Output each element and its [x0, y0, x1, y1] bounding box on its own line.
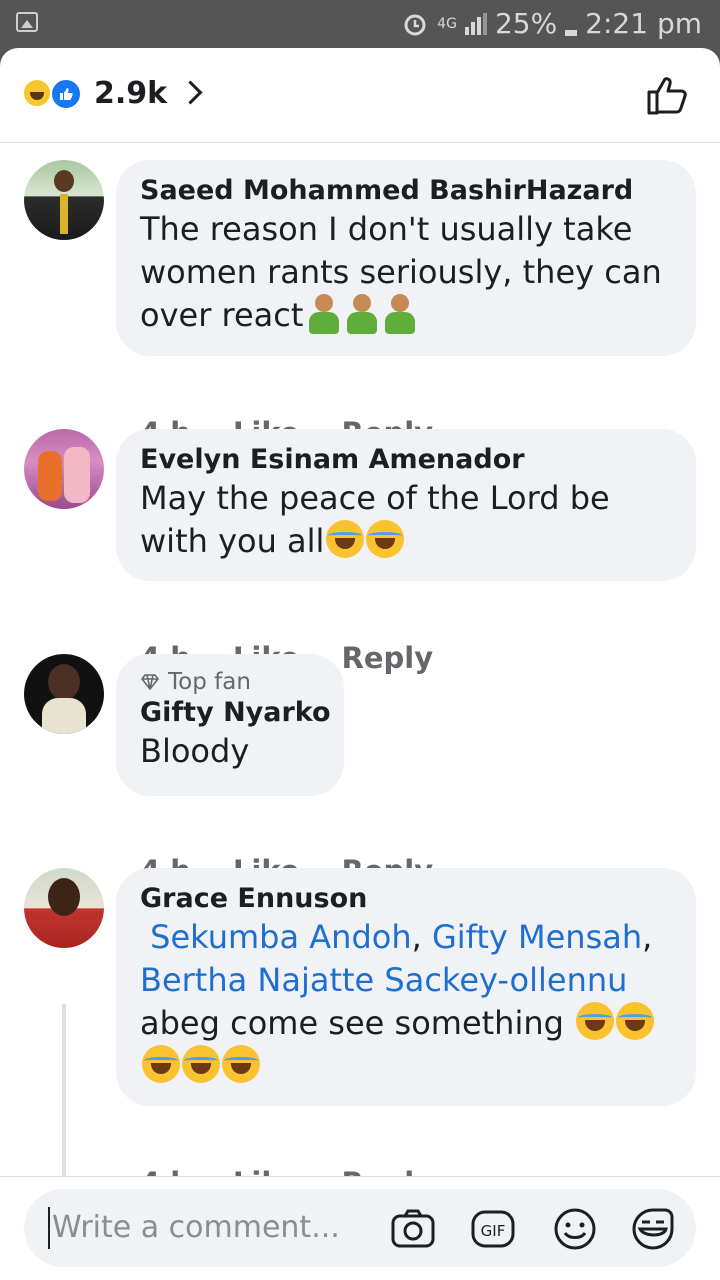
thumbs-up-icon[interactable] — [646, 74, 690, 116]
diamond-icon — [140, 674, 160, 690]
tears-of-joy-emoji — [182, 1045, 220, 1083]
comment-text: Bloody — [140, 732, 250, 770]
mention-link[interactable]: Sekumba Andoh — [150, 918, 411, 956]
smiley-icon[interactable] — [552, 1207, 598, 1251]
top-fan-badge: Top fan — [140, 668, 320, 696]
comment-author[interactable]: Saeed Mohammed BashirHazard — [140, 174, 672, 208]
tears-of-joy-emoji — [222, 1045, 260, 1083]
status-bar: 4G 25% 2:21 pm — [0, 0, 720, 48]
tears-of-joy-emoji — [366, 520, 405, 558]
mention-link[interactable]: Bertha Najatte Sackey-ollennu — [140, 961, 627, 999]
comment-text: May the peace of the Lord be with you al… — [140, 479, 610, 560]
facepalm-emoji — [345, 294, 379, 334]
network-type: 4G — [437, 16, 457, 32]
svg-text:GIF: GIF — [481, 1222, 506, 1240]
comment-author[interactable]: Gifty Nyarko — [140, 696, 331, 730]
battery-percent: 25% — [494, 7, 558, 40]
avatar[interactable] — [24, 868, 104, 948]
clock: 2:21 pm — [585, 7, 702, 40]
chevron-right-icon[interactable] — [178, 80, 203, 105]
comment-bubble[interactable]: Evelyn Esinam Amenador May the peace of … — [116, 429, 696, 581]
facepalm-emoji — [307, 294, 341, 334]
comment-bubble[interactable]: Grace Ennuson Sekumba Andoh, Gifty Mensa… — [116, 868, 696, 1106]
facepalm-emoji — [383, 294, 417, 334]
status-indicators: 4G 25% 2:21 pm — [401, 6, 702, 42]
image-icon — [16, 12, 38, 32]
tears-of-joy-emoji — [326, 520, 365, 558]
comment-input[interactable]: Write a comment... GIF — [24, 1189, 696, 1267]
comment-text: Sekumba Andoh, Gifty Mensah, Bertha Naja… — [140, 916, 672, 1088]
comment-text: The reason I don't usually take women ra… — [140, 210, 662, 334]
comment-author[interactable]: Grace Ennuson — [140, 882, 672, 916]
tears-of-joy-emoji — [616, 1002, 655, 1040]
avatar[interactable] — [24, 654, 104, 734]
haha-reaction-icon — [22, 78, 52, 108]
signal-icon — [464, 13, 487, 35]
battery-icon — [565, 30, 578, 36]
comment-author[interactable]: Evelyn Esinam Amenador — [140, 443, 672, 477]
reply-button[interactable]: Reply — [342, 641, 434, 675]
reaction-count[interactable]: 2.9k — [94, 76, 167, 112]
like-reaction-icon — [50, 78, 82, 110]
alarm-icon — [404, 14, 426, 36]
comments-sheet: 2.9k Saeed Mohammed BashirHazard The rea… — [0, 48, 720, 1280]
sticker-icon[interactable] — [630, 1207, 676, 1251]
tears-of-joy-emoji — [142, 1045, 180, 1083]
tears-of-joy-emoji — [576, 1002, 615, 1040]
text-caret — [48, 1207, 50, 1249]
comment-bubble[interactable]: Saeed Mohammed BashirHazard The reason I… — [116, 160, 696, 356]
gif-icon[interactable]: GIF — [470, 1207, 516, 1251]
avatar[interactable] — [24, 160, 104, 240]
mention-link[interactable]: Gifty Mensah — [432, 918, 642, 956]
camera-icon[interactable] — [390, 1207, 436, 1251]
reactions-bar[interactable]: 2.9k — [0, 48, 720, 143]
comment-bubble[interactable]: Top fan Gifty Nyarko Bloody — [116, 654, 344, 796]
avatar[interactable] — [24, 429, 104, 509]
comment-placeholder: Write a comment... — [52, 1210, 340, 1245]
comment-composer: Write a comment... GIF — [0, 1176, 720, 1280]
